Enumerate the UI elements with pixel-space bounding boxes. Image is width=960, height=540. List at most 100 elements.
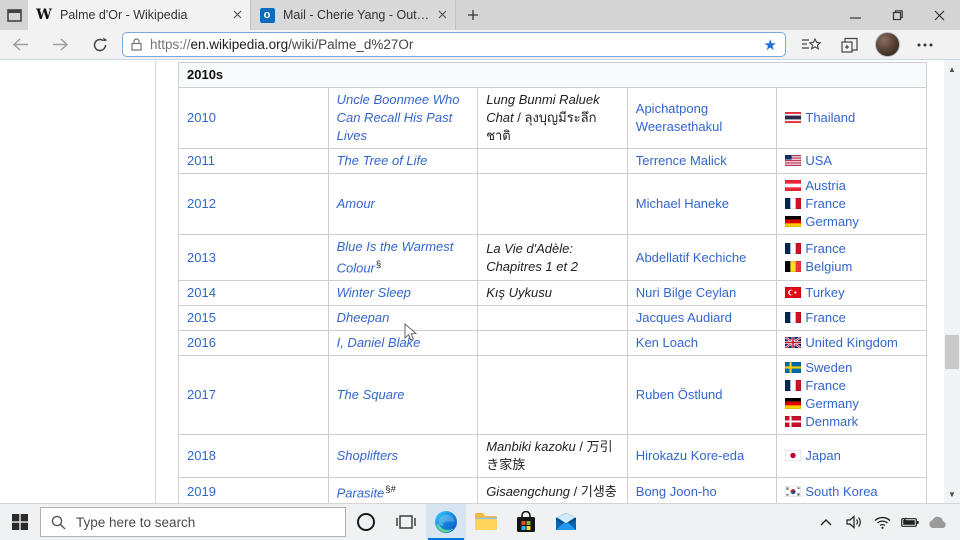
country-line: France bbox=[785, 240, 918, 258]
year-link[interactable]: 2017 bbox=[187, 387, 216, 402]
country-link[interactable]: Thailand bbox=[805, 110, 855, 125]
film-link[interactable]: The Tree of Life bbox=[337, 153, 428, 168]
year-link[interactable]: 2012 bbox=[187, 196, 216, 211]
film-link[interactable]: Dheepan bbox=[337, 310, 390, 325]
close-tab-icon[interactable] bbox=[233, 8, 242, 22]
flag-icon-usa bbox=[785, 153, 805, 168]
country-link[interactable]: Sweden bbox=[805, 360, 852, 375]
director-link[interactable]: Abdellatif Kechiche bbox=[636, 250, 747, 265]
country-line: Belgium bbox=[785, 258, 918, 276]
scroll-up-icon[interactable]: ▲ bbox=[944, 62, 960, 76]
volume-icon[interactable] bbox=[840, 504, 868, 540]
country-link[interactable]: Germany bbox=[805, 396, 858, 411]
director-link[interactable]: Terrence Malick bbox=[636, 153, 727, 168]
director-cell: Hirokazu Kore-eda bbox=[627, 435, 777, 478]
address-bar[interactable]: https://en.wikipedia.org/wiki/Palme_d%27… bbox=[122, 32, 786, 57]
year-link[interactable]: 2014 bbox=[187, 285, 216, 300]
director-link[interactable]: Apichatpong Weerasethakul bbox=[636, 101, 722, 134]
minimize-button[interactable] bbox=[834, 0, 876, 30]
wifi-icon[interactable] bbox=[868, 504, 896, 540]
film-link[interactable]: Parasite bbox=[337, 486, 385, 501]
scrollbar-thumb[interactable] bbox=[945, 335, 959, 369]
film-link[interactable]: Blue Is the Warmest Colour bbox=[337, 239, 454, 275]
year-link[interactable]: 2010 bbox=[187, 110, 216, 125]
year-link[interactable]: 2019 bbox=[187, 484, 216, 499]
country-link[interactable]: Denmark bbox=[805, 414, 858, 429]
director-link[interactable]: Bong Joon-ho bbox=[636, 484, 717, 499]
country-cell: Thailand bbox=[777, 88, 927, 149]
more-menu-icon[interactable] bbox=[906, 30, 944, 60]
favorites-hub-icon[interactable] bbox=[792, 30, 830, 60]
film-link[interactable]: Uncle Boonmee Who Can Recall His Past Li… bbox=[337, 92, 460, 143]
country-link[interactable]: USA bbox=[805, 153, 832, 168]
english-title-cell: I, Daniel Blake bbox=[328, 331, 478, 356]
film-link[interactable]: Winter Sleep bbox=[337, 285, 411, 300]
year-link[interactable]: 2018 bbox=[187, 448, 216, 463]
country-link[interactable]: France bbox=[805, 378, 845, 393]
director-cell: Jacques Audiard bbox=[627, 306, 777, 331]
film-link[interactable]: Shoplifters bbox=[337, 448, 398, 463]
original-title-cell: Manbiki kazoku / 万引き家族 bbox=[478, 435, 628, 478]
country-link[interactable]: Japan bbox=[805, 448, 840, 463]
director-cell: Abdellatif Kechiche bbox=[627, 235, 777, 281]
original-title-cell: Kış Uykusu bbox=[478, 281, 628, 306]
collections-icon[interactable] bbox=[830, 30, 868, 60]
onedrive-cloud-icon[interactable] bbox=[924, 504, 952, 540]
original-title-cell: La Vie d'Adèle: Chapitres 1 et 2 bbox=[478, 235, 628, 281]
country-link[interactable]: United Kingdom bbox=[805, 335, 898, 350]
country-cell: France bbox=[777, 306, 927, 331]
tab-preview-icon[interactable] bbox=[0, 0, 28, 30]
cortana-icon[interactable] bbox=[346, 504, 386, 540]
film-link[interactable]: I, Daniel Blake bbox=[337, 335, 421, 350]
country-link[interactable]: South Korea bbox=[805, 484, 877, 499]
battery-icon[interactable] bbox=[896, 504, 924, 540]
close-tab-icon[interactable] bbox=[438, 8, 447, 22]
country-link[interactable]: Belgium bbox=[805, 259, 852, 274]
new-tab-button[interactable] bbox=[456, 0, 490, 30]
year-link[interactable]: 2011 bbox=[187, 153, 215, 168]
country-line: South Korea bbox=[785, 483, 918, 501]
scroll-down-icon[interactable]: ▼ bbox=[944, 487, 960, 501]
film-link[interactable]: Amour bbox=[337, 196, 375, 211]
country-cell: Japan bbox=[777, 435, 927, 478]
director-link[interactable]: Michael Haneke bbox=[636, 196, 729, 211]
director-link[interactable]: Ken Loach bbox=[636, 335, 698, 350]
navigation-bar: https://en.wikipedia.org/wiki/Palme_d%27… bbox=[0, 30, 960, 60]
country-link[interactable]: France bbox=[805, 196, 845, 211]
director-link[interactable]: Ruben Östlund bbox=[636, 387, 723, 402]
maximize-button[interactable] bbox=[876, 0, 918, 30]
year-link[interactable]: 2013 bbox=[187, 250, 216, 265]
close-window-button[interactable] bbox=[918, 0, 960, 30]
taskbar-search-box[interactable]: Type here to search bbox=[40, 507, 346, 537]
year-link[interactable]: 2015 bbox=[187, 310, 216, 325]
country-link[interactable]: Germany bbox=[805, 214, 858, 229]
favorite-star-icon[interactable]: ★ bbox=[764, 36, 777, 54]
tab-wikipedia[interactable]: W Palme d'Or - Wikipedia bbox=[28, 0, 250, 30]
country-link[interactable]: Turkey bbox=[805, 285, 844, 300]
task-view-icon[interactable] bbox=[386, 504, 426, 540]
mail-icon[interactable] bbox=[546, 504, 586, 540]
tray-expand-icon[interactable] bbox=[812, 504, 840, 540]
tab-outlook[interactable]: o Mail - Cherie Yang - Outlook bbox=[250, 0, 456, 30]
director-link[interactable]: Hirokazu Kore-eda bbox=[636, 448, 744, 463]
edge-taskbar-icon[interactable] bbox=[426, 504, 466, 540]
country-link[interactable]: France bbox=[805, 310, 845, 325]
country-link[interactable]: France bbox=[805, 241, 845, 256]
palme-dor-winners-table: 2010s 2010Uncle Boonmee Who Can Recall H… bbox=[178, 62, 927, 503]
year-link[interactable]: 2016 bbox=[187, 335, 216, 350]
director-link[interactable]: Nuri Bilge Ceylan bbox=[636, 285, 736, 300]
original-title-cell: Gisaengchung / 기생충 bbox=[478, 478, 628, 503]
country-link[interactable]: Austria bbox=[805, 178, 845, 193]
director-cell: Ruben Östlund bbox=[627, 356, 777, 435]
refresh-button[interactable] bbox=[80, 30, 120, 60]
film-link[interactable]: The Square bbox=[337, 387, 405, 402]
back-button[interactable] bbox=[0, 30, 40, 60]
director-link[interactable]: Jacques Audiard bbox=[636, 310, 732, 325]
microsoft-store-icon[interactable] bbox=[506, 504, 546, 540]
start-button[interactable] bbox=[0, 504, 40, 540]
profile-avatar[interactable] bbox=[868, 30, 906, 60]
file-explorer-icon[interactable] bbox=[466, 504, 506, 540]
forward-button[interactable] bbox=[40, 30, 80, 60]
vertical-scrollbar[interactable]: ▲ ▼ bbox=[944, 60, 960, 503]
toolbar-icons bbox=[792, 30, 944, 60]
